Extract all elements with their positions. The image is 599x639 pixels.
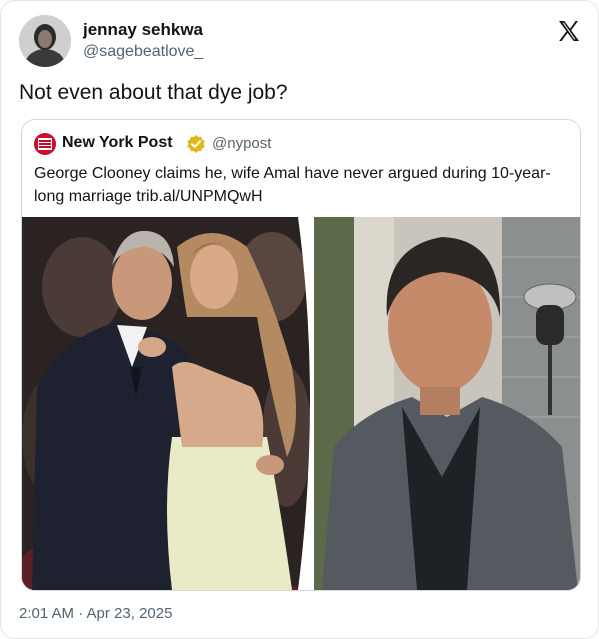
- quoted-media[interactable]: [22, 217, 580, 590]
- quoted-author-name[interactable]: New York Post: [62, 134, 173, 152]
- quoted-tweet-text: George Clooney claims he, wife Amal have…: [34, 165, 551, 205]
- quoted-tweet[interactable]: New York Post @nypost George Clooney cla…: [21, 119, 581, 591]
- quoted-author-handle[interactable]: @nypost: [212, 135, 271, 152]
- verified-badge-icon: [186, 134, 206, 154]
- studio-photo: [314, 217, 580, 590]
- quoted-avatar[interactable]: [34, 133, 56, 155]
- avatar[interactable]: [19, 15, 71, 67]
- x-logo-icon[interactable]: [557, 19, 581, 43]
- couple-photo: [22, 217, 312, 590]
- author-name[interactable]: jennay sehkwa: [83, 20, 203, 40]
- author-handle[interactable]: @sagebeatlove_: [83, 43, 203, 61]
- quoted-tweet-header: New York Post @nypost: [34, 133, 564, 157]
- tweet-text: Not even about that dye job?: [19, 81, 288, 104]
- tweet-timestamp[interactable]: 2:01 AM · Apr 23, 2025: [19, 605, 172, 622]
- tweet-card: jennay sehkwa @sagebeatlove_ Not even ab…: [0, 0, 599, 639]
- tweet-header: jennay sehkwa @sagebeatlove_: [19, 15, 579, 69]
